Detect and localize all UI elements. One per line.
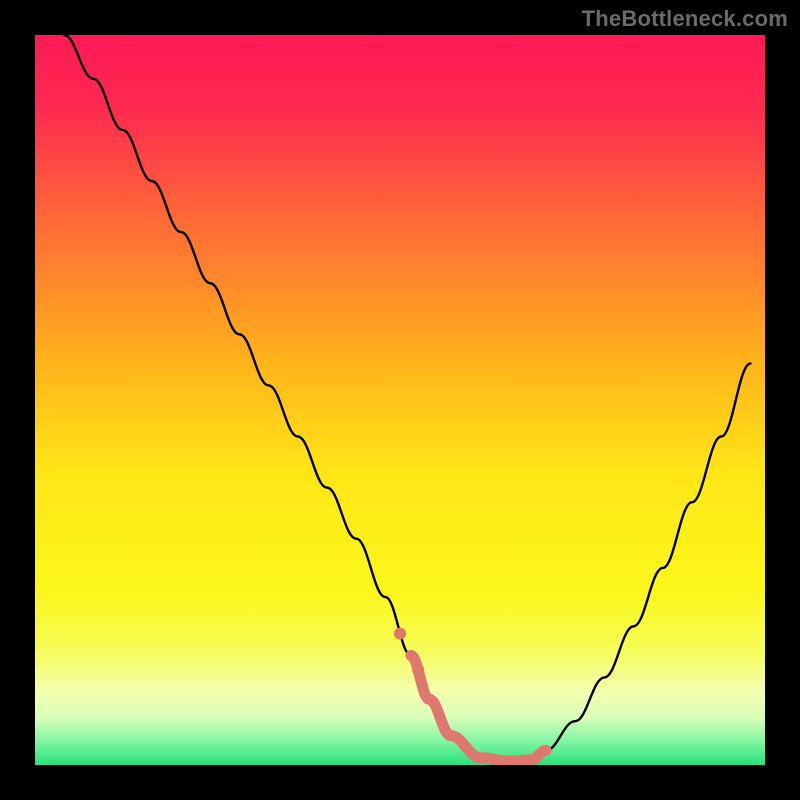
plot-area	[35, 35, 765, 765]
highlight-segment-dot	[394, 628, 406, 640]
highlight-segment	[411, 656, 546, 762]
watermark-label: TheBottleneck.com	[582, 6, 788, 32]
curve-layer	[35, 35, 765, 765]
highlight-segment-dot	[412, 664, 424, 676]
chart-frame: TheBottleneck.com	[0, 0, 800, 800]
